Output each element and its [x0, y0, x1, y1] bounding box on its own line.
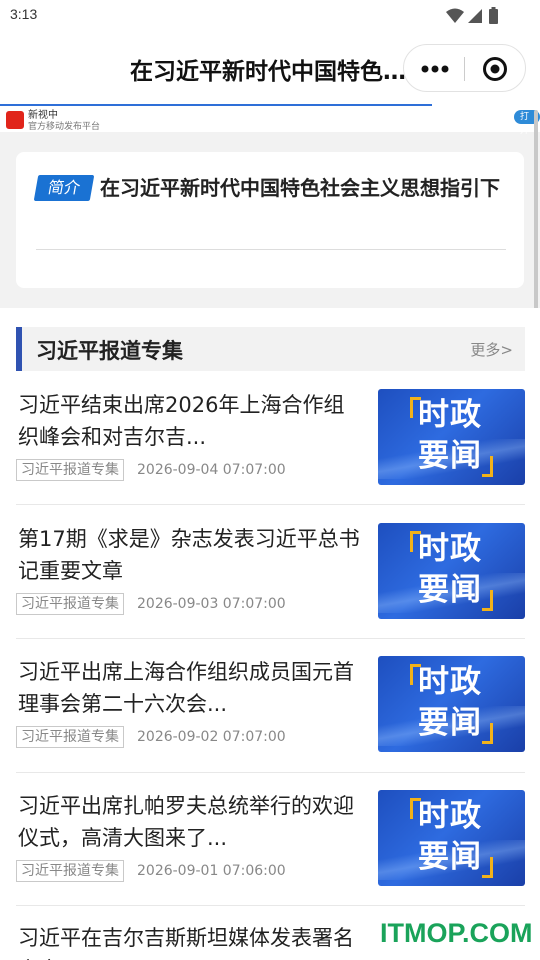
intro-title: 在习近平新时代中国特色社会主义思想指引下	[100, 176, 500, 200]
more-link[interactable]: 更多>	[470, 339, 513, 360]
item-divider	[16, 772, 525, 773]
item-divider	[16, 504, 525, 505]
wifi-icon	[446, 8, 464, 23]
item-title: 习近平结束出席2026年上海合作组织峰会和对吉尔吉...	[18, 393, 345, 449]
news-thumbnail: 时政 要闻	[378, 523, 525, 619]
brand-strip: 新视中 官方移动发布平台 打开	[0, 106, 540, 136]
brand-logo	[6, 111, 24, 129]
thumb-line1: 时政	[418, 397, 482, 433]
list-item[interactable]: 第17期《求是》杂志发表习近平总书记重要文章 习近平报道专集 2026-09-0…	[16, 523, 525, 641]
status-icons	[446, 7, 498, 24]
item-date: 2026-09-03 07:07:00	[137, 596, 286, 612]
section-accent-bar	[16, 327, 22, 371]
thumb-line1: 时政	[418, 798, 482, 834]
item-title: 习近平在吉尔吉斯斯坦媒体发表署名文章	[18, 926, 354, 960]
news-list-section: 习近平报道专集 更多> 习近平结束出席2026年上海合作组织峰会和对吉尔吉...…	[0, 308, 540, 960]
battery-icon	[489, 9, 498, 24]
thumb-line2: 要闻	[418, 839, 482, 875]
capsule-divider	[464, 57, 465, 81]
thumb-line2: 要闻	[418, 572, 482, 608]
item-tag: 习近平报道专集	[16, 860, 124, 882]
thumb-line1: 时政	[418, 531, 482, 567]
item-tag: 习近平报道专集	[16, 726, 124, 748]
news-thumbnail: 时政 要闻	[378, 790, 525, 886]
more-icon[interactable]	[418, 56, 452, 82]
item-tag: 习近平报道专集	[16, 593, 124, 615]
news-thumbnail: 时政 要闻	[378, 389, 525, 485]
thumb-line2: 要闻	[418, 438, 482, 474]
list-item[interactable]: 习近平出席上海合作组织成员国元首理事会第二十六次会... 习近平报道专集 202…	[16, 656, 525, 774]
news-thumbnail: 时政 要闻	[378, 656, 525, 752]
section-title: 习近平报道专集	[36, 339, 183, 363]
item-date: 2026-09-02 07:07:00	[137, 729, 286, 745]
item-title: 第17期《求是》杂志发表习近平总书记重要文章	[18, 527, 360, 583]
divider	[36, 249, 506, 250]
item-date: 2026-09-01 07:06:00	[137, 863, 286, 879]
item-divider	[16, 638, 525, 639]
watermark: ITMOP.COM	[380, 918, 533, 948]
nav-bar: 在习近平新时代中国特色社会主义思想指引下	[0, 32, 540, 106]
list-item[interactable]: 习近平结束出席2026年上海合作组织峰会和对吉尔吉... 习近平报道专集 202…	[16, 389, 525, 507]
item-tag: 习近平报道专集	[16, 459, 124, 481]
status-time: 3:13	[10, 6, 38, 22]
close-target-icon[interactable]	[482, 56, 508, 82]
status-bar: 3:13	[0, 0, 540, 32]
section-header: 习近平报道专集 更多>	[16, 327, 525, 371]
list-item[interactable]: 习近平出席扎帕罗夫总统举行的欢迎仪式，高清大图来了... 习近平报道专集 202…	[16, 790, 525, 908]
scrollbar[interactable]	[534, 110, 538, 315]
thumb-line1: 时政	[418, 664, 482, 700]
item-divider	[16, 905, 525, 906]
intro-tag: 简介	[33, 175, 95, 201]
item-title: 习近平出席上海合作组织成员国元首理事会第二十六次会...	[18, 660, 354, 716]
item-date: 2026-09-04 07:07:00	[137, 462, 286, 478]
signal-icon	[468, 9, 482, 23]
page-title: 在习近平新时代中国特色社会主义思想指引下	[130, 59, 410, 85]
intro-card: 在习近平新时代中国特色社会主义思想指引下 简介	[16, 152, 524, 288]
brand-subtitle: 官方移动发布平台	[28, 122, 101, 132]
mini-program-capsule	[403, 44, 526, 92]
item-title: 习近平出席扎帕罗夫总统举行的欢迎仪式，高清大图来了...	[18, 794, 354, 850]
thumb-line2: 要闻	[418, 705, 482, 741]
